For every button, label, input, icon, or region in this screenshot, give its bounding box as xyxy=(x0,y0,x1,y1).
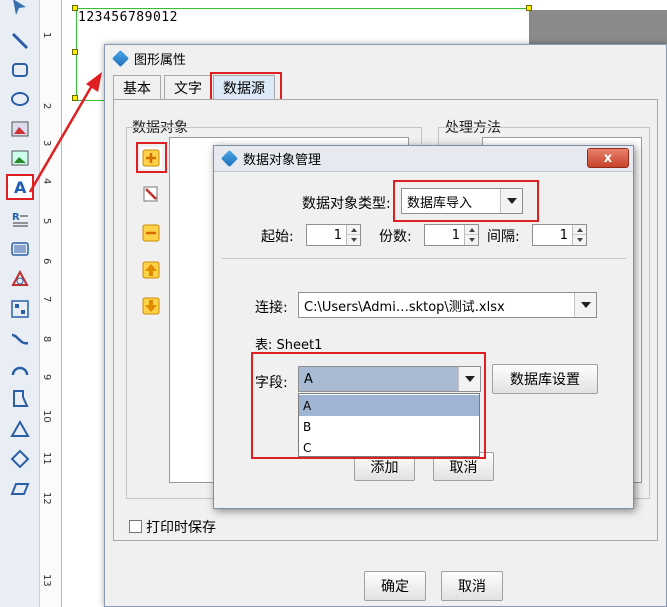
increment-icon[interactable] xyxy=(572,225,586,235)
barcode-tool-icon[interactable] xyxy=(6,236,34,262)
cancel-button[interactable]: 取消 xyxy=(441,571,503,601)
ruler-number: 1 xyxy=(41,32,52,39)
decrement-icon[interactable] xyxy=(346,235,360,245)
ruler-number: 9 xyxy=(41,374,52,381)
copies-value: 1 xyxy=(451,228,460,243)
tab-datasource[interactable]: 数据源 xyxy=(213,75,275,99)
interval-label: 间隔: xyxy=(487,229,520,245)
ok-button[interactable]: 确定 xyxy=(364,571,426,601)
ruler-number: 13 xyxy=(41,574,52,587)
increment-icon[interactable] xyxy=(464,225,478,235)
start-value: 1 xyxy=(333,228,342,243)
divider xyxy=(222,258,626,259)
triangle-tool-icon[interactable] xyxy=(6,416,34,442)
connection-value: C:\Users\Admi…sktop\测试.xlsx xyxy=(304,299,505,315)
dialog-titlebar: 图形属性 xyxy=(105,45,666,71)
resize-handle[interactable] xyxy=(72,49,78,55)
dialog-title: 图形属性 xyxy=(134,52,187,68)
polygon-tool-icon[interactable] xyxy=(6,386,34,412)
start-label: 起始: xyxy=(261,229,294,245)
close-icon[interactable]: x xyxy=(587,148,629,168)
copies-label: 份数: xyxy=(379,229,412,245)
qrcode-tool-icon[interactable] xyxy=(6,296,34,322)
field-option-a[interactable]: A xyxy=(299,395,479,416)
field-dropdown-list: A B C xyxy=(298,393,480,457)
start-stepper[interactable]: 1 xyxy=(306,224,361,246)
annotation-arrow xyxy=(28,72,102,193)
print-save-checkbox[interactable] xyxy=(129,520,142,533)
line-tool-icon[interactable] xyxy=(6,28,34,54)
table-label: 表: Sheet1 xyxy=(255,338,323,353)
chevron-down-icon[interactable] xyxy=(500,189,522,213)
app-icon xyxy=(221,150,238,167)
type-value: 数据库导入 xyxy=(407,195,473,211)
ruler-number: 5 xyxy=(41,218,52,225)
connection-select[interactable]: C:\Users\Admi…sktop\测试.xlsx xyxy=(298,292,597,318)
pointer-tool-icon[interactable] xyxy=(6,0,34,15)
diamond-tool-icon[interactable] xyxy=(6,446,34,472)
ruler-number: 8 xyxy=(41,336,52,343)
chevron-down-icon[interactable] xyxy=(458,367,480,391)
decrement-icon[interactable] xyxy=(464,235,478,245)
resize-handle[interactable] xyxy=(72,5,78,11)
ruler-number: 6 xyxy=(41,258,52,265)
increment-icon[interactable] xyxy=(346,225,360,235)
sub-dialog-titlebar: 数据对象管理 xyxy=(214,146,633,172)
remove-data-object-button[interactable] xyxy=(140,222,162,244)
canvas-text-object[interactable]: 123456789012 xyxy=(78,10,178,25)
ruler-number: 11 xyxy=(41,452,52,465)
move-down-button[interactable] xyxy=(140,295,162,317)
type-label: 数据对象类型: xyxy=(302,196,391,212)
move-up-button[interactable] xyxy=(140,259,162,281)
sub-dialog-title: 数据对象管理 xyxy=(243,153,322,168)
parallelogram-tool-icon[interactable] xyxy=(6,476,34,502)
ruler-number: 12 xyxy=(41,492,52,505)
edit-data-object-button[interactable] xyxy=(140,183,162,205)
interval-stepper[interactable]: 1 xyxy=(532,224,587,246)
curve-tool-icon[interactable] xyxy=(6,326,34,352)
tab-text[interactable]: 文字 xyxy=(164,75,212,99)
field-option-c[interactable]: C xyxy=(299,437,479,458)
shape-tool-icon[interactable] xyxy=(6,266,34,292)
resize-handle[interactable] xyxy=(526,5,532,11)
tab-basic[interactable]: 基本 xyxy=(113,75,161,99)
ruler-number: 7 xyxy=(41,296,52,303)
field-label: 字段: xyxy=(255,375,288,391)
arc-tool-icon[interactable] xyxy=(6,356,34,382)
connection-label: 连接: xyxy=(255,300,288,316)
database-settings-button[interactable]: 数据库设置 xyxy=(492,364,598,394)
svg-text:R: R xyxy=(12,212,20,223)
field-select[interactable]: A xyxy=(298,366,481,392)
field-value: A xyxy=(304,371,313,387)
field-option-b[interactable]: B xyxy=(299,416,479,437)
type-select[interactable]: 数据库导入 xyxy=(401,188,523,214)
interval-value: 1 xyxy=(559,228,568,243)
print-save-label: 打印时保存 xyxy=(146,520,216,536)
chevron-down-icon[interactable] xyxy=(574,293,596,317)
copies-stepper[interactable]: 1 xyxy=(424,224,479,246)
app-icon xyxy=(112,49,129,67)
rich-text-tool-icon[interactable]: R xyxy=(6,206,34,232)
decrement-icon[interactable] xyxy=(572,235,586,245)
ruler-number: 10 xyxy=(41,410,52,423)
add-data-object-button[interactable] xyxy=(140,147,162,169)
